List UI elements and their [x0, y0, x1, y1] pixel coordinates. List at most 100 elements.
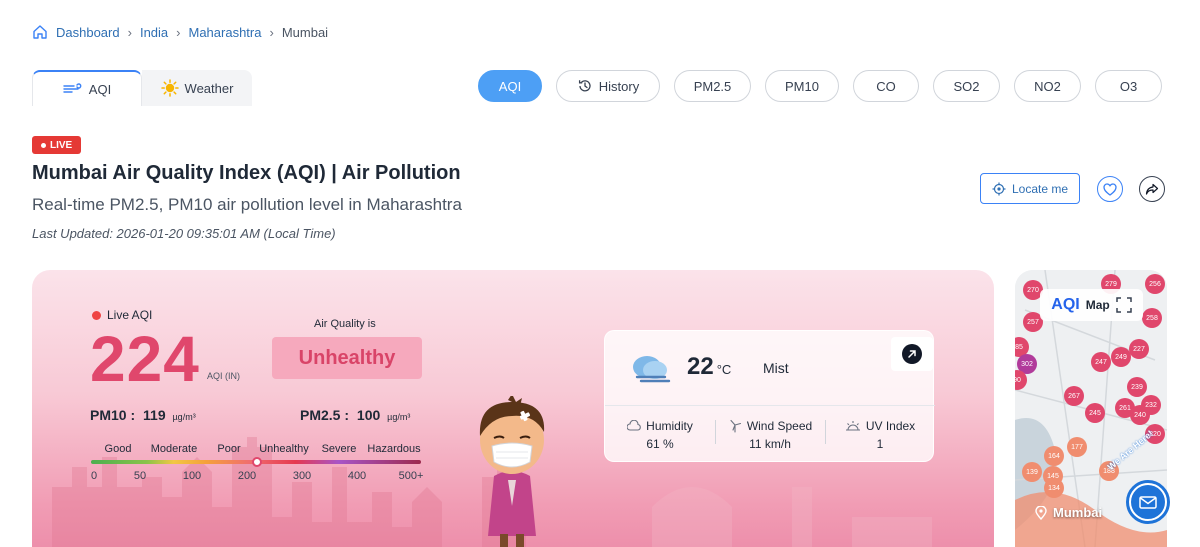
top-tabs: AQI Weather	[32, 70, 252, 106]
aqi-value: 224	[90, 323, 200, 395]
map-marker[interactable]: 239	[1131, 384, 1143, 391]
scale-label-unhealthy: Unhealthy	[259, 443, 309, 455]
breadcrumb-india[interactable]: India	[140, 25, 168, 40]
scale-label-severe: Severe	[321, 443, 357, 455]
share-button[interactable]	[1139, 176, 1165, 202]
pill-pm25[interactable]: PM2.5	[674, 70, 751, 102]
live-badge-label: LIVE	[50, 139, 73, 151]
map-marker[interactable]: 256	[1149, 281, 1161, 288]
map-header: AQI Map	[1040, 289, 1143, 321]
live-badge: LIVE	[32, 136, 82, 154]
map-marker[interactable]: 270	[1027, 287, 1039, 294]
aqi-unit: AQI (IN)	[207, 371, 240, 381]
live-aqi-text: Live AQI	[107, 308, 153, 322]
scale-label-poor: Poor	[217, 443, 241, 455]
map-marker[interactable]: 134	[1048, 485, 1060, 492]
breadcrumb-maharashtra[interactable]: Maharashtra	[189, 25, 262, 40]
scale-tick: 50	[133, 470, 147, 482]
humidity-cloud-icon	[627, 419, 641, 431]
breadcrumb-dashboard[interactable]: Dashboard	[56, 25, 120, 40]
scale-label-hazardous: Hazardous	[367, 443, 421, 455]
tab-aqi[interactable]: AQI	[32, 70, 142, 106]
map-marker[interactable]: 258	[1146, 315, 1158, 322]
pm25-label: PM2.5 :	[300, 407, 350, 423]
pill-co[interactable]: CO	[853, 70, 919, 102]
page: Dashboard › India › Maharashtra › Mumbai…	[0, 0, 1200, 547]
map-marker[interactable]: 139	[1026, 469, 1038, 476]
scale-tick: 200	[237, 470, 257, 482]
map-marker[interactable]: 257	[1027, 319, 1039, 326]
wind-speed-label: Wind Speed	[746, 418, 813, 433]
map-marker[interactable]: 247	[1095, 359, 1107, 366]
uv-index-value: 1	[876, 436, 884, 451]
home-icon[interactable]	[32, 24, 48, 40]
chevron-right-icon: ›	[127, 24, 132, 40]
mist-cloud-icon	[633, 356, 671, 383]
aqi-scale-ticks: 0 50 100 200 300 400 500+	[90, 470, 424, 484]
crosshair-icon	[992, 182, 1006, 195]
weather-summary: 22 °C Mist	[605, 331, 935, 405]
map-marker[interactable]: 249	[1115, 354, 1127, 361]
favorite-button[interactable]	[1097, 176, 1123, 202]
scale-tick: 0	[90, 470, 98, 482]
pm10-unit: µg/m³	[172, 412, 196, 422]
breadcrumb: Dashboard › India › Maharashtra › Mumbai	[32, 24, 328, 40]
scale-label-good: Good	[104, 443, 132, 455]
masked-boy-illustration	[479, 396, 545, 547]
scale-tick: 500+	[398, 470, 424, 482]
pm10-reading: PM10 : 119 µg/m³	[90, 407, 196, 423]
map-city-label: Mumbai	[1035, 505, 1102, 520]
map-marker[interactable]: 302	[1021, 361, 1033, 368]
pm10-label: PM10 :	[90, 407, 136, 423]
pill-history[interactable]: History	[556, 70, 660, 102]
wind-lines-icon	[63, 83, 82, 93]
chevron-right-icon: ›	[269, 24, 274, 40]
map-marker[interactable]: 245	[1089, 410, 1101, 417]
pill-no2[interactable]: NO2	[1014, 70, 1081, 102]
heart-icon	[1103, 182, 1117, 196]
chat-button[interactable]	[1126, 480, 1170, 524]
pm25-value: 100	[356, 407, 381, 423]
live-aqi-label: Live AQI	[92, 308, 152, 322]
pm25-reading: PM2.5 : 100 µg/m³	[300, 407, 410, 423]
map-marker[interactable]: 240	[1134, 412, 1146, 419]
tab-weather[interactable]: Weather	[142, 70, 252, 106]
aqi-card: Live AQI 224 AQI (IN) Air Quality is Unh…	[32, 270, 994, 547]
location-pin-icon	[1035, 505, 1047, 520]
pill-so2[interactable]: SO2	[933, 70, 1000, 102]
fullscreen-icon[interactable]	[1115, 297, 1132, 313]
scale-tick: 300	[292, 470, 312, 482]
arrow-up-right-icon	[902, 344, 922, 364]
share-arrow-icon	[1145, 183, 1159, 195]
temperature: 22 °C	[687, 353, 731, 381]
weather-open-button[interactable]	[891, 337, 933, 371]
pill-aqi[interactable]: AQI	[478, 70, 542, 102]
scale-tick: 100	[182, 470, 202, 482]
tab-weather-label: Weather	[184, 80, 234, 96]
humidity-value: 61 %	[646, 436, 674, 451]
map-marker[interactable]: 261	[1119, 405, 1131, 412]
sun-icon	[160, 79, 179, 97]
pill-pm10[interactable]: PM10	[765, 70, 839, 102]
humidity-stat: Humidity 61 %	[605, 406, 715, 463]
locate-me-button[interactable]: Locate me	[980, 173, 1080, 204]
map-marker[interactable]: 164	[1048, 453, 1060, 460]
pill-o3[interactable]: O3	[1095, 70, 1162, 102]
temperature-unit: °C	[716, 362, 732, 377]
weather-stats: Humidity 61 % Wind Speed 11 km/h UV Inde…	[605, 405, 935, 463]
map-marker[interactable]: 85	[1015, 344, 1023, 351]
wind-speed-value: 11 km/h	[749, 436, 791, 451]
aqi-scale-labels: Good Moderate Poor Unhealthy Severe Haza…	[91, 443, 421, 457]
map-marker[interactable]: 227	[1133, 346, 1145, 353]
map-marker[interactable]: 267	[1068, 393, 1080, 400]
map-marker[interactable]: 90	[1015, 377, 1021, 384]
map-marker[interactable]: 279	[1105, 281, 1117, 288]
map-marker[interactable]: 177	[1071, 444, 1083, 451]
scale-tick: 400	[347, 470, 367, 482]
air-quality-label: Air Quality is	[314, 318, 376, 330]
chevron-right-icon: ›	[176, 24, 181, 40]
weather-condition: Mist	[763, 360, 789, 376]
live-dot-icon	[41, 142, 46, 148]
temperature-value: 22	[687, 353, 714, 380]
mail-icon	[1131, 485, 1165, 519]
